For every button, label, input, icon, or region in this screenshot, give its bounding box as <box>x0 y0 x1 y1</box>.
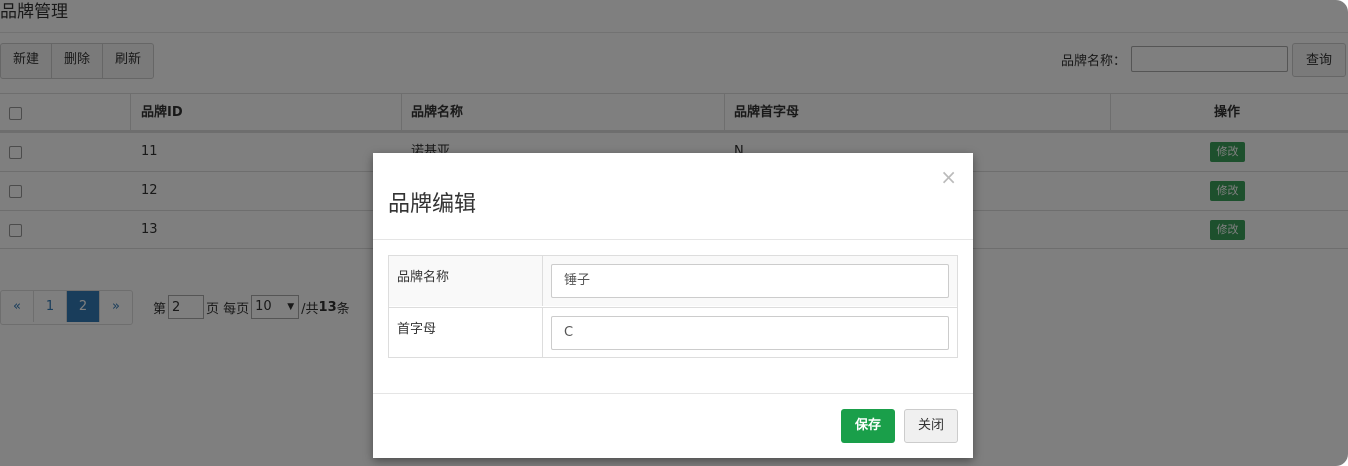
edit-form: 品牌名称 锤子 首字母 C <box>388 255 958 358</box>
save-button[interactable]: 保存 <box>841 409 895 443</box>
modal-title: 品牌编辑 <box>388 192 477 217</box>
column-divider <box>542 256 543 306</box>
close-button[interactable]: 关闭 <box>904 409 958 443</box>
modal-footer-divider <box>373 393 973 394</box>
first-letter-input[interactable]: C <box>551 316 949 350</box>
first-letter-label: 首字母 <box>397 322 437 337</box>
close-icon[interactable]: × <box>940 167 957 187</box>
modal-header-divider <box>373 239 973 240</box>
form-row-first-letter: 首字母 C <box>389 307 957 358</box>
brand-name-input[interactable]: 锤子 <box>551 264 949 298</box>
brand-name-label: 品牌名称 <box>397 270 450 285</box>
form-row-brand-name: 品牌名称 锤子 <box>389 256 957 306</box>
column-divider <box>542 308 543 358</box>
brand-edit-modal: × 品牌编辑 品牌名称 锤子 首字母 C 保存 关闭 <box>373 153 973 458</box>
